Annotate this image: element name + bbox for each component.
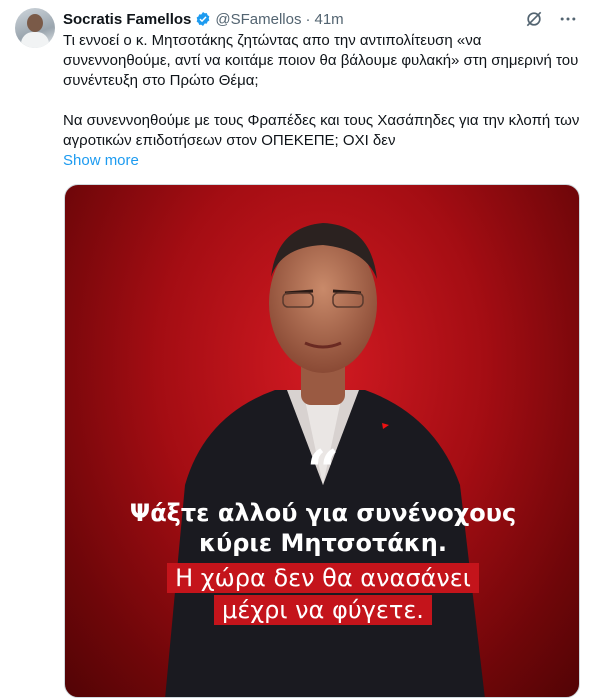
more-icon[interactable]	[558, 9, 578, 29]
highlight-text-1: Η χώρα δεν θα ανασάνει	[167, 563, 479, 593]
tweet-header: Socratis Famellos @SFamellos · 41m	[63, 9, 578, 29]
quote-mark: “	[306, 438, 340, 504]
avatar-head	[27, 14, 43, 32]
highlight-line-1: Η χώρα δεν θα ανασάνει	[65, 561, 579, 595]
quote-line-1: Ψάξτε αλλού για συνένοχους	[129, 499, 517, 527]
tweet-paragraph-2: Να συνεννοηθούμε με τους Φραπέδες και το…	[63, 112, 580, 149]
tweet-timestamp[interactable]: 41m	[314, 11, 343, 28]
avatar-body	[21, 32, 49, 48]
tweet-text: Τι εννοεί ο κ. Μητσοτάκης ζητώντας απο τ…	[63, 31, 583, 151]
quote-line-2: κύριε Μητσοτάκη.	[198, 529, 448, 557]
show-more-link[interactable]: Show more	[63, 151, 139, 171]
tweet-paragraph-1: Τι εννοεί ο κ. Μητσοτάκης ζητώντας απο τ…	[63, 32, 579, 89]
tweet-image[interactable]: “ Ψάξτε αλλού για συνένοχους κύριε Μητσο…	[64, 184, 580, 698]
avatar[interactable]	[15, 8, 55, 48]
highlight-text-2: μέχρι να φύγετε.	[214, 595, 432, 625]
separator-dot: ·	[305, 10, 311, 28]
highlight-line-2: μέχρι να φύγετε.	[65, 593, 579, 627]
author-handle[interactable]: @SFamellos	[215, 11, 301, 28]
tweet-actions	[524, 9, 578, 29]
grok-icon[interactable]	[524, 9, 544, 29]
author-name[interactable]: Socratis Famellos	[63, 11, 191, 28]
verified-badge-icon	[195, 11, 211, 27]
